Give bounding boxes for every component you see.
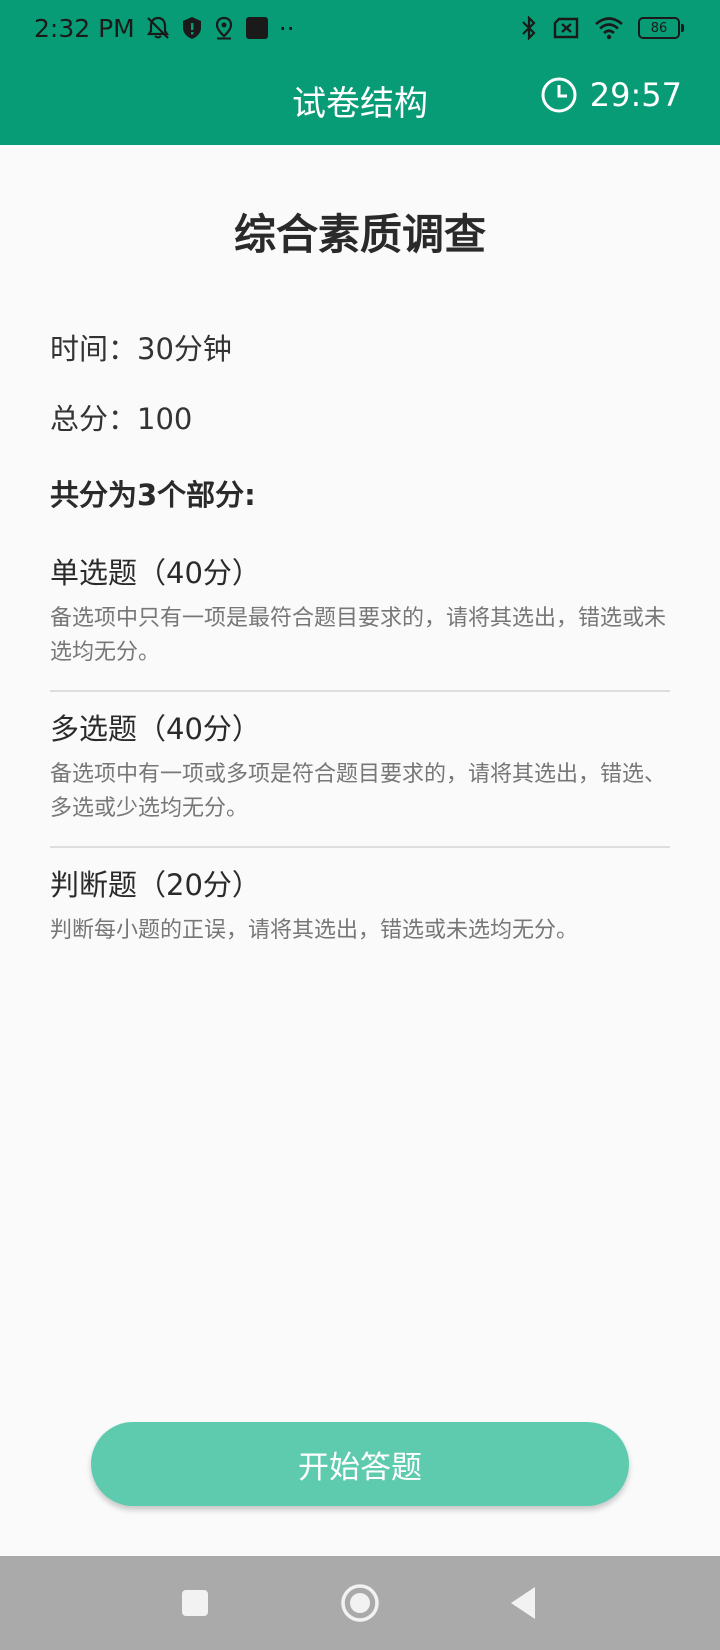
section-title: 单选题（40分） bbox=[50, 556, 261, 590]
wifi-icon bbox=[594, 16, 624, 40]
status-time: 2:32 PM bbox=[34, 13, 135, 43]
muted-notification-icon bbox=[145, 15, 171, 41]
timer-text: 29:57 bbox=[589, 76, 682, 114]
exam-title: 综合素质调查 bbox=[233, 210, 486, 259]
clock-icon bbox=[540, 76, 578, 114]
home-circle-icon bbox=[340, 1583, 380, 1623]
recents-button[interactable] bbox=[170, 1578, 220, 1628]
battery-icon: 86 bbox=[638, 17, 684, 39]
shield-icon bbox=[181, 16, 203, 40]
recents-square-icon bbox=[180, 1588, 210, 1618]
status-bar: 2:32 PM ·· 86 bbox=[0, 0, 720, 56]
home-button[interactable] bbox=[335, 1578, 385, 1628]
top-header: 2:32 PM ·· 86 试卷结构 29:57 bbox=[0, 0, 720, 145]
location-icon bbox=[213, 16, 235, 40]
no-sim-icon bbox=[552, 17, 580, 39]
section-true-false: 判断题（20分） 判断每小题的正误，请将其选出，错选或未选均无分。 bbox=[50, 848, 670, 968]
bluetooth-icon bbox=[520, 15, 538, 41]
section-multiple-choice: 多选题（40分） 备选项中有一项或多项是符合题目要求的，请将其选出，错选、多选或… bbox=[50, 692, 670, 848]
section-description: 备选项中只有一项是最符合题目要求的，请将其选出，错选或未选均无分。 bbox=[50, 606, 667, 665]
exam-total-score: 总分：100 bbox=[50, 402, 193, 436]
parts-heading: 共分为3个部分: bbox=[50, 478, 256, 512]
section-single-choice: 单选题（40分） 备选项中只有一项是最符合题目要求的，请将其选出，错选或未选均无… bbox=[50, 536, 670, 692]
app-square-icon bbox=[245, 16, 269, 40]
section-title: 判断题（20分） bbox=[50, 868, 261, 902]
section-description: 判断每小题的正误，请将其选出，错选或未选均无分。 bbox=[50, 918, 579, 943]
status-more-dots: ·· bbox=[278, 13, 295, 43]
exam-time: 时间：30分钟 bbox=[50, 332, 232, 366]
system-nav-bar bbox=[0, 1556, 720, 1650]
app-bar: 试卷结构 29:57 bbox=[0, 56, 720, 145]
back-triangle-icon bbox=[507, 1585, 539, 1621]
exam-structure: 综合素质调查 时间：30分钟 总分：100 共分为3个部分: 单选题（40分） … bbox=[50, 145, 670, 968]
section-description: 备选项中有一项或多项是符合题目要求的，请将其选出，错选、多选或少选均无分。 bbox=[50, 762, 667, 821]
back-button[interactable] bbox=[498, 1578, 548, 1628]
section-title: 多选题（40分） bbox=[50, 712, 261, 746]
start-exam-button[interactable]: 开始答题 bbox=[91, 1422, 629, 1506]
countdown-timer: 29:57 bbox=[540, 76, 682, 114]
